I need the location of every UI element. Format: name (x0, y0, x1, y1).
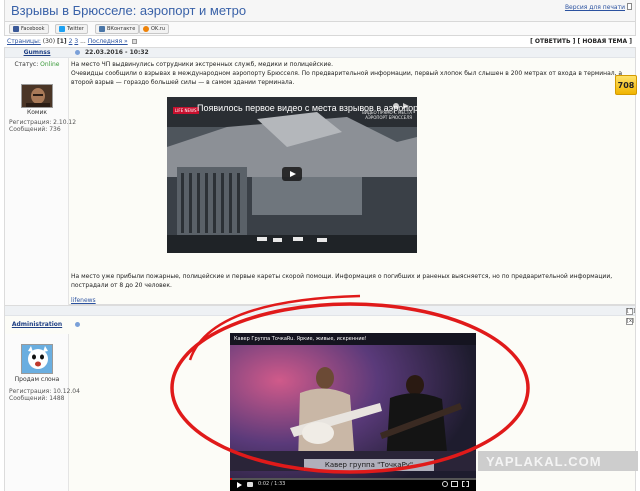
pages-label[interactable]: Страницы: (7, 38, 41, 45)
post-paragraph: Очевидцы сообщили о взрывах в международ… (71, 70, 623, 86)
share-vk-button[interactable]: ВКонтакте (95, 24, 140, 34)
twitter-icon (59, 26, 65, 32)
share-twitter-button[interactable]: Twitter (55, 24, 88, 34)
print-version-link[interactable]: Версия для печати (565, 4, 625, 11)
post-paragraph: На место уже прибыли пожарные, полицейск… (71, 273, 613, 289)
forum-post: Gumnss 22.03.2016 - 10:32 Статус: Online… (4, 47, 637, 306)
post-date: 22.03.2016 - 10:32 (85, 49, 149, 56)
user-registration: Регистрация: 2.10.12 (9, 119, 77, 126)
share-bar: Facebook Twitter ВКонтакте OK.ru (4, 22, 636, 36)
video-caption: Кавер группа "ТочкаРу" (304, 459, 434, 471)
odnoklassniki-icon (143, 26, 149, 32)
pagination: Страницы: (30) [1] 2 3 ... Последняя » (7, 38, 137, 45)
rss-icon[interactable] (131, 39, 137, 44)
video-progress-track[interactable] (230, 478, 476, 480)
post-marker-icon (75, 322, 80, 327)
user-registration: Регистрация: 10.12.04 (9, 388, 80, 395)
user-rank: Комик (27, 109, 47, 116)
vk-icon (99, 26, 105, 32)
post-paragraph: На место ЧП выдвинулись сотрудники экстр… (71, 61, 334, 68)
play-icon (290, 171, 296, 177)
video-control-bar: 0:02 / 1:33 (230, 478, 476, 491)
pages-total: (30) (42, 38, 56, 45)
close-button[interactable]: [x] (626, 318, 634, 325)
post-header: Gumnss 22.03.2016 - 10:32 (5, 48, 635, 58)
post-marker-icon (75, 50, 80, 55)
pagination-row: Страницы: (30) [1] 2 3 ... Последняя » [… (4, 37, 636, 47)
current-page: [1] (57, 38, 67, 45)
youtube-video-embed[interactable]: LIFE NEWS Появилось первое видео с места… (167, 97, 417, 253)
pages-ellipsis: ... (80, 38, 86, 45)
post-header: Administration (5, 306, 635, 328)
topic-actions: [ ОТВЕТИТЬ ] [ НОВАЯ ТЕМА ] (530, 38, 632, 45)
user-rank: Продам слона (14, 376, 60, 383)
last-page-link[interactable]: Последняя » (88, 38, 128, 45)
settings-icon[interactable] (442, 481, 448, 487)
reply-button[interactable]: [ ОТВЕТИТЬ ] (530, 38, 575, 45)
user-message-count: Сообщений: 736 (9, 126, 61, 133)
print-icon[interactable] (627, 3, 632, 10)
avatar[interactable] (21, 84, 53, 108)
avatar[interactable] (21, 344, 53, 374)
post-author[interactable]: Administration (5, 321, 69, 328)
page-2-link[interactable]: 2 (69, 38, 73, 45)
user-info-panel: Статус: Online Комик Регистрация: 2.10.1… (5, 58, 76, 306)
fullscreen-icon[interactable] (462, 481, 469, 487)
topic-title: Взрывы в Брюсселе: аэропорт и метро (11, 3, 247, 18)
source-link[interactable]: lifenews (71, 297, 96, 304)
post-controls: [^] [x] (626, 308, 635, 328)
play-icon[interactable] (237, 482, 242, 488)
user-status: Статус: Online (14, 61, 60, 68)
scroll-up-button[interactable]: [^] (626, 308, 635, 315)
play-button[interactable] (282, 167, 302, 181)
video-caption: ВИДЕО ПРЯМО С МЕСТА АЭРОПОРТ БРЮССЕЛЯ (362, 110, 412, 120)
rating-badge[interactable]: 708 (615, 75, 637, 95)
video-time: 0:02 / 1:33 (258, 481, 286, 487)
site-watermark: YAPLAKAL.COM (478, 451, 638, 471)
facebook-icon (13, 26, 19, 32)
video-progress-fill (230, 478, 232, 480)
share-ok-button[interactable]: OK.ru (139, 24, 170, 34)
post-author[interactable]: Gumnss (5, 49, 69, 56)
new-topic-button[interactable]: [ НОВАЯ ТЕМА ] (577, 38, 632, 45)
video-title[interactable]: Кавер Группа ТочкаRu. Яркие, живые, искр… (234, 336, 367, 342)
volume-icon[interactable] (247, 482, 253, 487)
youtube-logo-icon[interactable] (451, 481, 458, 487)
topic-header: Взрывы в Брюсселе: аэропорт и метро Верс… (4, 0, 636, 22)
page-3-link[interactable]: 3 (74, 38, 78, 45)
youtube-video-embed[interactable]: Кавер Группа ТочкаRu. Яркие, живые, искр… (230, 333, 476, 491)
share-facebook-button[interactable]: Facebook (9, 24, 49, 34)
user-info-panel: Продам слона Регистрация: 10.12.04 Сообщ… (5, 334, 80, 491)
user-message-count: Сообщений: 1488 (9, 395, 65, 402)
channel-logo: LIFE NEWS (173, 107, 199, 114)
